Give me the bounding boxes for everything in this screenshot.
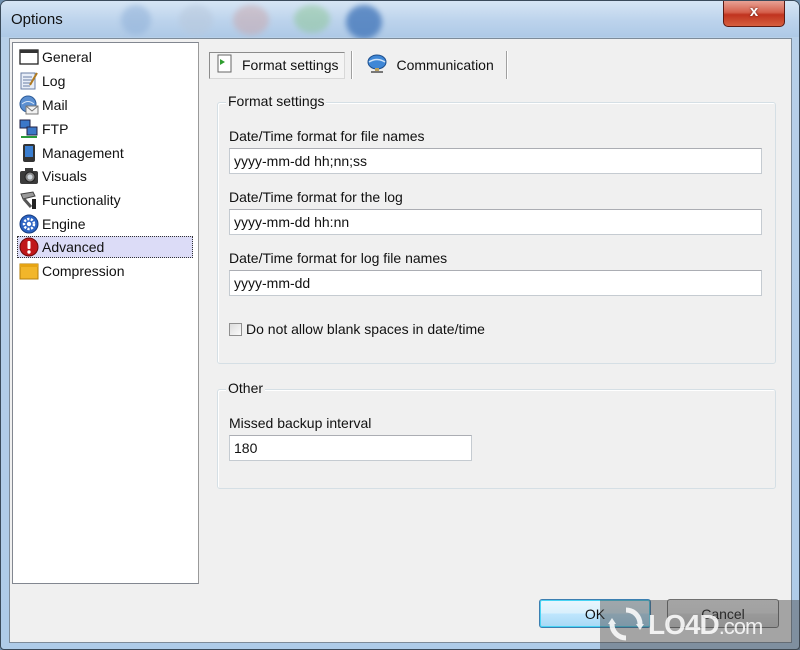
notepad-icon — [19, 71, 39, 91]
mail-globe-icon — [19, 95, 39, 115]
group-title: Format settings — [226, 93, 327, 109]
sidebar-item-label: Management — [42, 145, 124, 161]
sidebar-item-functionality[interactable]: Functionality — [17, 189, 193, 211]
sidebar-item-visuals[interactable]: Visuals — [17, 165, 193, 187]
refresh-arrows-icon — [608, 606, 644, 645]
sidebar-item-advanced[interactable]: Advanced — [17, 236, 193, 258]
tab-label: Communication — [396, 57, 494, 73]
other-group: Other Missed backup interval — [217, 380, 776, 489]
sidebar-item-engine[interactable]: Engine — [17, 213, 193, 235]
background-blur-icon — [233, 5, 269, 35]
sidebar-item-management[interactable]: Management — [17, 142, 193, 164]
sidebar-item-label: Engine — [42, 216, 86, 232]
no-blank-spaces-option[interactable]: Do not allow blank spaces in date/time — [229, 321, 485, 337]
no-blank-spaces-checkbox[interactable] — [229, 322, 242, 336]
close-icon: x — [749, 3, 759, 20]
background-blur-icon — [346, 5, 382, 39]
sidebar-item-label: Compression — [42, 263, 125, 279]
log-file-names-format-label: Date/Time format for log file names — [229, 250, 448, 266]
options-dialog: Options x General Log Mail FTP Managemen… — [0, 0, 800, 650]
tab-bar: Format settings Communication — [209, 49, 515, 81]
document-arrow-icon — [216, 54, 234, 77]
sidebar-item-ftp[interactable]: FTP — [17, 118, 193, 140]
dialog-client-area: General Log Mail FTP Management Visuals … — [9, 38, 792, 643]
background-blur-icon — [121, 5, 151, 35]
warning-icon — [19, 237, 39, 257]
sidebar-item-log[interactable]: Log — [17, 70, 193, 92]
sidebar-item-label: Advanced — [42, 239, 105, 255]
file-names-format-label: Date/Time format for file names — [229, 128, 425, 144]
globe-network-icon — [366, 54, 388, 77]
tab-format-settings[interactable]: Format settings — [209, 51, 346, 79]
sidebar-item-general[interactable]: General — [17, 46, 193, 68]
title-bar[interactable]: Options x — [1, 1, 799, 39]
format-settings-group: Format settings Date/Time format for fil… — [217, 93, 776, 364]
settings-panel: Format settings Communication Format set… — [199, 42, 789, 582]
tab-communication[interactable]: Communication — [360, 52, 499, 79]
log-format-label: Date/Time format for the log — [229, 189, 403, 205]
window-title: Options — [11, 11, 63, 28]
sidebar-item-label: General — [42, 49, 92, 65]
watermark: LO4D.com — [600, 600, 800, 650]
tab-separator — [351, 51, 353, 79]
sidebar-item-label: Functionality — [42, 192, 121, 208]
camera-icon — [19, 166, 39, 186]
tools-icon — [19, 190, 39, 210]
log-file-names-format-input[interactable] — [229, 270, 762, 296]
sidebar-item-compression[interactable]: Compression — [17, 260, 193, 282]
file-names-format-input[interactable] — [229, 148, 762, 174]
group-title: Other — [226, 380, 266, 396]
sidebar-item-label: FTP — [42, 121, 69, 137]
log-format-input[interactable] — [229, 209, 762, 235]
missed-backup-interval-label: Missed backup interval — [229, 415, 372, 431]
tab-label: Format settings — [242, 57, 339, 73]
missed-backup-interval-input[interactable] — [229, 435, 472, 461]
checkbox-label: Do not allow blank spaces in date/time — [246, 321, 485, 337]
close-button[interactable]: x — [723, 1, 785, 27]
sidebar-item-mail[interactable]: Mail — [17, 94, 193, 116]
sidebar-item-label: Visuals — [42, 168, 87, 184]
sidebar-item-label: Log — [42, 73, 66, 89]
folder-icon — [19, 261, 39, 281]
network-computers-icon — [19, 119, 39, 139]
tab-separator — [505, 51, 507, 79]
category-list[interactable]: General Log Mail FTP Management Visuals … — [12, 42, 199, 584]
gear-icon — [19, 214, 39, 234]
handheld-device-icon — [19, 143, 39, 163]
background-blur-icon — [179, 5, 213, 35]
window-icon — [19, 47, 39, 67]
watermark-text: LO4D.com — [648, 609, 763, 640]
background-blur-icon — [294, 5, 330, 33]
sidebar-item-label: Mail — [42, 97, 68, 113]
